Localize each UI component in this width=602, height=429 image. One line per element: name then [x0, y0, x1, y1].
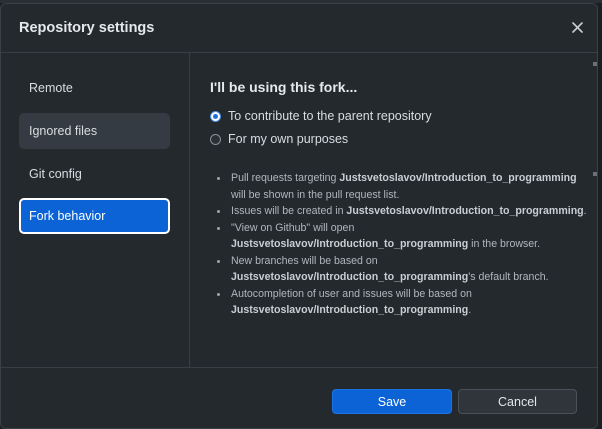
list-item: Issues will be created in Justsvetoslavo… [215, 203, 591, 220]
list-item: Pull requests targeting Justsvetoslavov/… [215, 170, 591, 203]
list-item-text: will be shown in the pull request list. [231, 188, 400, 201]
list-item-text: . [583, 205, 587, 217]
sidebar-item-ignored-files[interactable]: Ignored files [19, 113, 170, 149]
radio-button-unchecked[interactable] [210, 133, 221, 145]
repository-name: Justsvetoslavov/Introduction_to_programm… [231, 304, 469, 316]
list-item-text: Issues will be created in [231, 205, 347, 217]
repository-name: Justsvetoslavov/Introduction_to_programm… [339, 172, 577, 184]
save-button[interactable]: Save [332, 389, 452, 414]
list-item-text: Pull requests targeting [231, 172, 340, 184]
sidebar-item-fork-behavior[interactable]: Fork behavior [19, 198, 170, 234]
dialog-header: Repository settings [1, 4, 597, 53]
list-item-text: . [468, 304, 472, 316]
close-icon [571, 21, 583, 33]
list-item-text: in the browser. [468, 238, 541, 250]
sidebar-item-git-config[interactable]: Git config [19, 156, 170, 192]
list-item-text: New branches will be based on [231, 254, 378, 267]
fork-behavior-panel: I'll be using this fork... To contribute… [191, 53, 599, 367]
list-item-text: "View on Github" will open [231, 221, 355, 234]
list-item-text: 's default branch. [468, 271, 549, 283]
list-item: "View on Github" will open Justsvetoslav… [215, 220, 591, 253]
behavior-description-list: Pull requests targeting Justsvetoslavov/… [215, 170, 591, 319]
list-item-text: Autocompletion of user and issues will b… [231, 287, 472, 300]
repository-name: Justsvetoslavov/Introduction_to_programm… [231, 271, 469, 283]
close-button[interactable] [567, 17, 587, 37]
dialog-footer: Save Cancel [1, 367, 597, 429]
repository-name: Justsvetoslavov/Introduction_to_programm… [231, 238, 469, 250]
sidebar-item-remote[interactable]: Remote [19, 70, 170, 106]
sidebar-item-label: Fork behavior [29, 209, 106, 223]
cancel-button[interactable]: Cancel [458, 389, 577, 414]
sidebar-item-label: Git config [29, 167, 82, 181]
settings-sidebar: Remote Ignored files Git config Fork beh… [1, 53, 190, 367]
sidebar-item-label: Ignored files [29, 124, 98, 138]
radio-label: For my own purposes [228, 132, 349, 146]
section-heading: I'll be using this fork... [210, 79, 358, 95]
repository-name: Justsvetoslavov/Introduction_to_programm… [346, 205, 584, 217]
list-item: Autocompletion of user and issues will b… [215, 286, 591, 319]
list-item: New branches will be based on Justsvetos… [215, 253, 591, 286]
radio-own-purposes[interactable]: For my own purposes [210, 132, 348, 146]
repository-settings-dialog: Repository settings Remote Ignored files… [0, 3, 598, 429]
sidebar-item-label: Remote [29, 81, 73, 95]
radio-contribute-parent[interactable]: To contribute to the parent repository [210, 109, 432, 123]
dialog-title: Repository settings [19, 20, 155, 36]
radio-label: To contribute to the parent repository [228, 109, 432, 123]
radio-button-checked[interactable] [210, 110, 221, 122]
